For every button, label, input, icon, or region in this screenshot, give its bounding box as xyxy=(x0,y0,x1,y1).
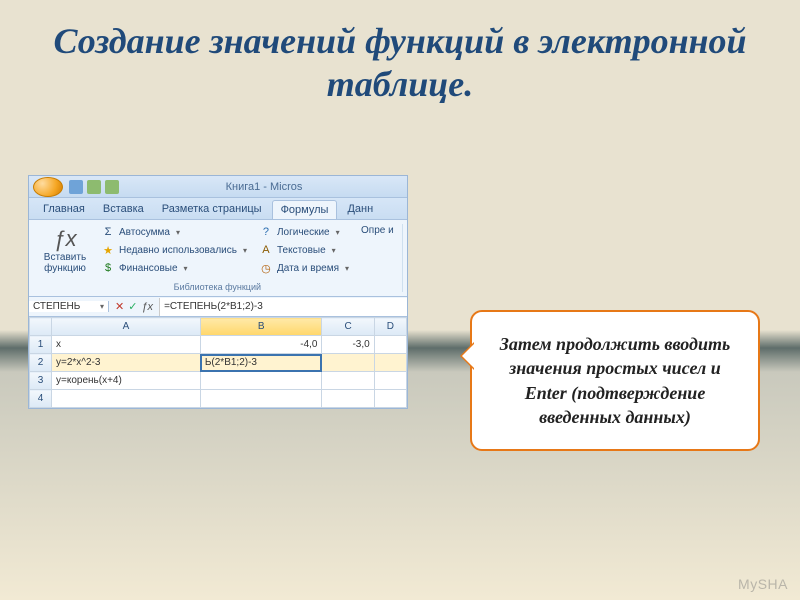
window-title: Книга1 - Micros xyxy=(125,181,403,193)
formula-input[interactable]: =СТЕПЕНЬ(2*B1;2)-3 xyxy=(159,298,407,316)
quick-access-toolbar xyxy=(69,180,119,194)
cancel-icon[interactable]: ✕ xyxy=(115,300,124,313)
group-function-library: ƒx Вставить функцию Σ Автосумма ▾ ★ Неда… xyxy=(33,224,403,292)
datetime-button[interactable]: ◷ Дата и время ▾ xyxy=(255,260,353,276)
cell[interactable]: -4,0 xyxy=(200,336,322,354)
more-label: Опре и xyxy=(361,225,394,236)
ribbon-tabs: Главная Вставка Разметка страницы Формул… xyxy=(29,198,407,219)
cell[interactable] xyxy=(52,390,201,408)
chevron-down-icon: ▾ xyxy=(176,228,180,237)
fx-icon[interactable]: ƒx xyxy=(141,301,153,313)
cell[interactable] xyxy=(200,372,322,390)
chevron-down-icon: ▾ xyxy=(184,264,188,273)
question-icon: ? xyxy=(259,225,273,239)
tab-page-layout[interactable]: Разметка страницы xyxy=(154,200,270,219)
select-all-corner[interactable] xyxy=(30,318,52,336)
cell[interactable]: y=корень(x+4) xyxy=(52,372,201,390)
financial-button[interactable]: $ Финансовые ▾ xyxy=(97,260,251,276)
name-box-value: СТЕПЕНЬ xyxy=(33,301,80,312)
name-box[interactable]: СТЕПЕНЬ ▾ xyxy=(29,301,109,312)
chevron-down-icon: ▾ xyxy=(243,246,247,255)
group-label: Библиотека функций xyxy=(37,280,398,292)
tab-data[interactable]: Данн xyxy=(339,200,381,219)
cell[interactable] xyxy=(374,390,406,408)
autosum-label: Автосумма xyxy=(119,227,170,238)
cell[interactable] xyxy=(322,354,374,372)
row-header[interactable]: 4 xyxy=(30,390,52,408)
col-header-D[interactable]: D xyxy=(374,318,406,336)
logical-label: Логические xyxy=(277,227,330,238)
callout-text: Затем продолжить вводить значения просты… xyxy=(500,334,730,427)
recent-button[interactable]: ★ Недавно использовались ▾ xyxy=(97,242,251,258)
col-header-A[interactable]: A xyxy=(52,318,201,336)
chevron-down-icon: ▾ xyxy=(336,228,340,237)
cell[interactable] xyxy=(322,372,374,390)
insert-function-label: Вставить функцию xyxy=(39,252,91,274)
redo-icon[interactable] xyxy=(105,180,119,194)
slide-title: Создание значений функций в электронной … xyxy=(0,0,800,116)
accept-icon[interactable]: ✓ xyxy=(128,300,137,313)
cell[interactable] xyxy=(200,390,322,408)
spreadsheet-grid[interactable]: A B C D 1 x -4,0 -3,0 2 y=2*x^2-3 Ь(2*B1… xyxy=(29,317,407,408)
autosum-button[interactable]: Σ Автосумма ▾ xyxy=(97,224,251,240)
sigma-icon: Σ xyxy=(101,225,115,239)
tab-insert[interactable]: Вставка xyxy=(95,200,152,219)
tab-formulas[interactable]: Формулы xyxy=(272,200,338,219)
save-icon[interactable] xyxy=(69,180,83,194)
undo-icon[interactable] xyxy=(87,180,101,194)
cell[interactable] xyxy=(374,372,406,390)
cell[interactable]: x xyxy=(52,336,201,354)
cell[interactable]: -3,0 xyxy=(322,336,374,354)
cell[interactable] xyxy=(374,354,406,372)
instruction-callout: Затем продолжить вводить значения просты… xyxy=(470,310,760,451)
text-label: Текстовые xyxy=(277,245,326,256)
money-icon: $ xyxy=(101,261,115,275)
chevron-down-icon: ▾ xyxy=(100,302,104,311)
financial-label: Финансовые xyxy=(119,263,178,274)
cell[interactable] xyxy=(322,390,374,408)
row-header[interactable]: 1 xyxy=(30,336,52,354)
insert-function-button[interactable]: ƒx Вставить функцию xyxy=(37,224,93,276)
fx-icon: ƒx xyxy=(53,226,76,252)
row-header[interactable]: 3 xyxy=(30,372,52,390)
cell[interactable] xyxy=(374,336,406,354)
excel-window: Книга1 - Micros Главная Вставка Разметка… xyxy=(28,175,408,409)
active-cell[interactable]: Ь(2*B1;2)-3 xyxy=(200,354,322,372)
clock-icon: ◷ xyxy=(259,261,273,275)
logical-button[interactable]: ? Логические ▾ xyxy=(255,224,353,240)
office-button[interactable] xyxy=(33,177,63,197)
star-icon: ★ xyxy=(101,243,115,257)
recent-label: Недавно использовались xyxy=(119,245,237,256)
col-header-C[interactable]: C xyxy=(322,318,374,336)
titlebar: Книга1 - Micros xyxy=(29,176,407,198)
tab-home[interactable]: Главная xyxy=(35,200,93,219)
text-icon: A xyxy=(259,243,273,257)
more-functions-button[interactable]: Опре и xyxy=(357,224,398,237)
cell[interactable]: y=2*x^2-3 xyxy=(52,354,201,372)
formula-bar: СТЕПЕНЬ ▾ ✕ ✓ ƒx =СТЕПЕНЬ(2*B1;2)-3 xyxy=(29,297,407,317)
ribbon: ƒx Вставить функцию Σ Автосумма ▾ ★ Неда… xyxy=(29,219,407,297)
chevron-down-icon: ▾ xyxy=(345,264,349,273)
row-header[interactable]: 2 xyxy=(30,354,52,372)
col-header-B[interactable]: B xyxy=(200,318,322,336)
watermark: MySHA xyxy=(738,576,788,592)
datetime-label: Дата и время xyxy=(277,263,339,274)
chevron-down-icon: ▾ xyxy=(332,246,336,255)
text-button[interactable]: A Текстовые ▾ xyxy=(255,242,353,258)
